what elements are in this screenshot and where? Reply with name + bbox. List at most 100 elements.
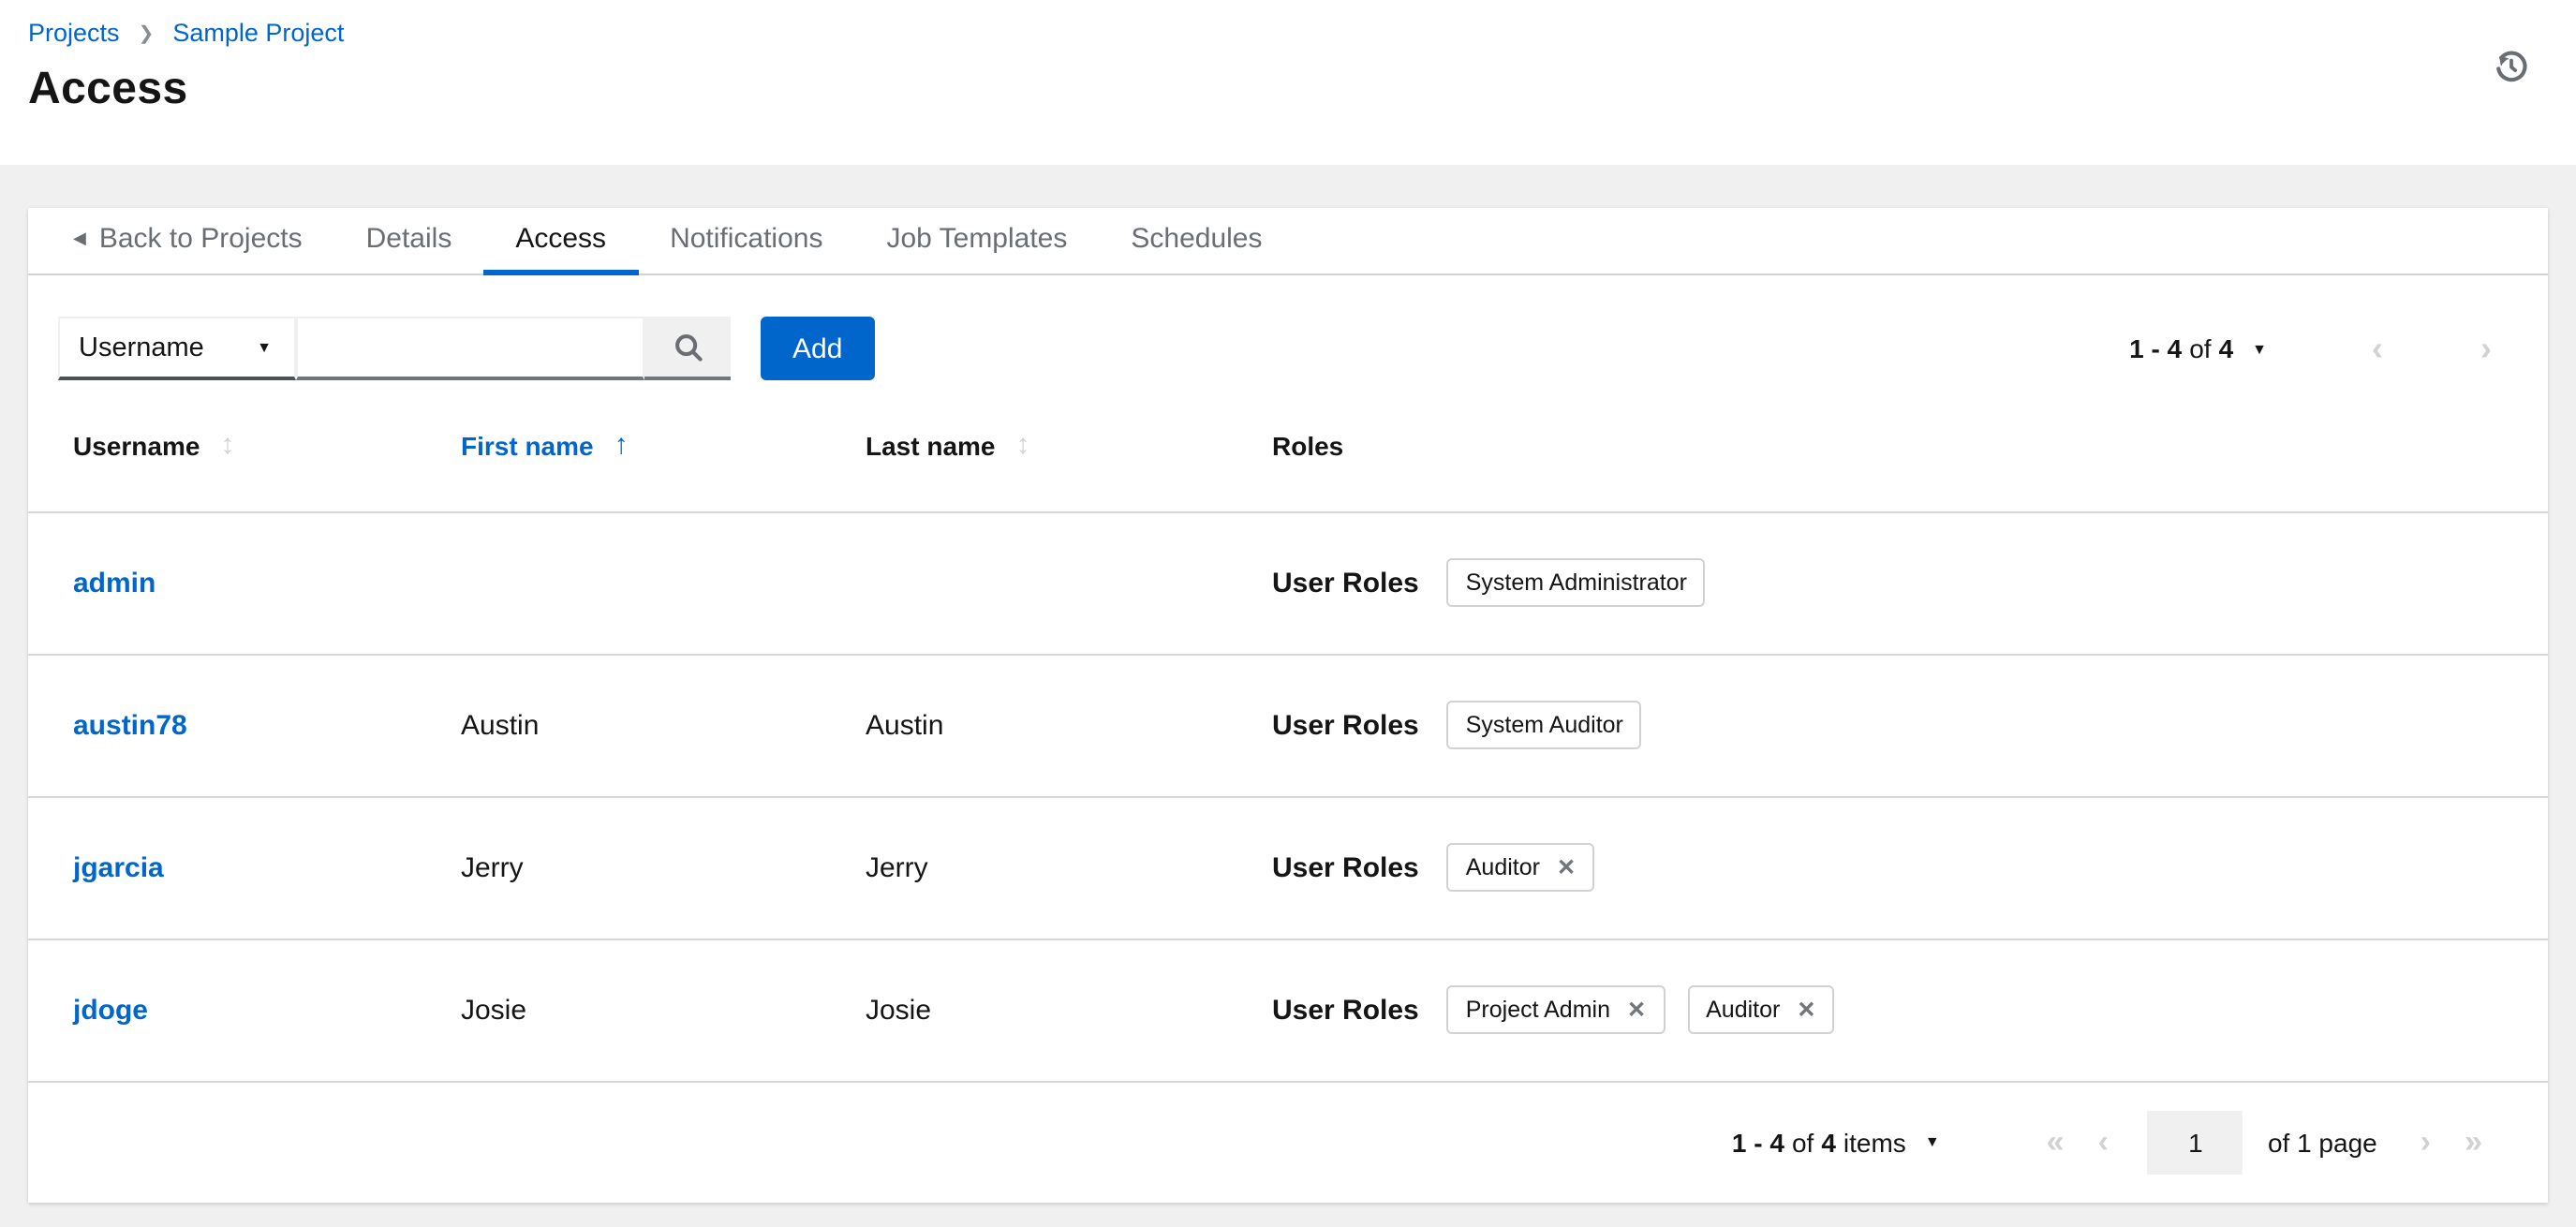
- toolbar: Username ▼ Add 1 - 4 of 4 ▼ ‹ ›: [58, 317, 2492, 380]
- close-icon: ✕: [1627, 997, 1647, 1023]
- page-header: Projects ❯ Sample Project Access: [0, 0, 2576, 165]
- tab-label: Back to Projects: [98, 223, 303, 255]
- column-label: Last name: [866, 430, 996, 461]
- chip-remove-button[interactable]: ✕: [1557, 856, 1576, 879]
- caret-left-icon: ◀: [73, 229, 86, 247]
- role-chip: Project Admin ✕: [1446, 985, 1666, 1034]
- chevron-down-icon: ▼: [2252, 340, 2267, 357]
- pagination-of: of: [1791, 1127, 1814, 1158]
- column-label: Roles: [1272, 430, 1344, 461]
- access-card: ◀ Back to Projects Details Access Notifi…: [28, 208, 2548, 1203]
- user-roles-label: User Roles: [1272, 567, 1419, 599]
- access-page: Projects ❯ Sample Project Access ◀ Back …: [0, 0, 2576, 1227]
- history-button[interactable]: [2494, 49, 2529, 84]
- first-name-cell: [416, 511, 821, 655]
- role-chip-label: Project Admin: [1465, 997, 1610, 1023]
- tab-notifications[interactable]: Notifications: [638, 208, 854, 275]
- last-name-cell: Josie: [821, 939, 1227, 1082]
- pagination-items-word: items: [1843, 1127, 1906, 1158]
- tab-access[interactable]: Access: [483, 208, 639, 275]
- pagination-range: 1 - 4: [1731, 1127, 1784, 1158]
- username-link[interactable]: admin: [73, 567, 155, 599]
- user-roles-label: User Roles: [1272, 709, 1419, 741]
- add-button[interactable]: Add: [761, 317, 875, 380]
- username-link[interactable]: jdoge: [73, 994, 148, 1026]
- role-chip: Auditor ✕: [1446, 843, 1595, 892]
- search-button[interactable]: [644, 317, 731, 380]
- column-label: Username: [73, 430, 200, 461]
- next-page-button[interactable]: ›: [2421, 1127, 2431, 1159]
- first-name-cell: Austin: [416, 654, 821, 797]
- breadcrumb-separator-icon: ❯: [138, 23, 155, 44]
- last-page-button[interactable]: »: [2465, 1127, 2482, 1159]
- tab-label: Schedules: [1131, 223, 1263, 255]
- table-row-austin78: austin78 Austin Austin User Roles System…: [28, 654, 2548, 797]
- pagination-range: 1 - 4: [2129, 333, 2183, 363]
- sort-ascending-icon: ↑: [614, 429, 629, 462]
- close-icon: ✕: [1797, 997, 1816, 1023]
- tab-schedules[interactable]: Schedules: [1099, 208, 1294, 275]
- breadcrumb-link-sample-project[interactable]: Sample Project: [172, 19, 344, 47]
- roles-cell: User Roles System Administrator: [1272, 558, 2546, 607]
- chevron-down-icon: ▼: [257, 339, 272, 356]
- pagination-total: 4: [2218, 333, 2234, 363]
- table-row-jgarcia: jgarcia Jerry Jerry User Roles Auditor ✕: [28, 796, 2548, 939]
- table-row-jdoge: jdoge Josie Josie User Roles Project Adm…: [28, 939, 2548, 1082]
- roles-cell: User Roles System Auditor: [1272, 701, 2546, 749]
- page-count-label: of 1 page: [2267, 1127, 2377, 1158]
- current-page-input[interactable]: [2147, 1110, 2243, 1175]
- tab-job-templates[interactable]: Job Templates: [854, 208, 1099, 275]
- breadcrumb: Projects ❯ Sample Project: [28, 19, 2529, 47]
- tab-label: Job Templates: [886, 223, 1068, 255]
- column-header-first-name[interactable]: First name ↑: [416, 380, 821, 512]
- user-roles-label: User Roles: [1272, 851, 1419, 883]
- history-icon: [2494, 49, 2529, 84]
- top-pagination-menu-toggle[interactable]: 1 - 4 of 4 ▼: [2118, 332, 2278, 365]
- table-header: Username ↕ First name ↑ Last name ↕ Role…: [28, 380, 2548, 512]
- roles-cell: User Roles Project Admin ✕ Auditor ✕: [1272, 985, 2546, 1034]
- page-title: Access: [28, 64, 188, 114]
- column-header-last-name[interactable]: Last name ↕: [821, 380, 1227, 512]
- last-name-cell: [821, 511, 1227, 655]
- previous-page-button[interactable]: ‹: [2372, 332, 2383, 365]
- column-header-roles: Roles: [1227, 380, 2548, 512]
- roles-cell: User Roles Auditor ✕: [1272, 843, 2546, 892]
- access-table: Username ↕ First name ↑ Last name ↕ Role…: [28, 380, 2548, 1082]
- items-per-page-toggle[interactable]: 1 - 4 of 4 items ▼: [1721, 1126, 1951, 1160]
- main-content: ◀ Back to Projects Details Access Notifi…: [0, 165, 2576, 1227]
- tab-details[interactable]: Details: [334, 208, 484, 275]
- search-icon: [672, 331, 703, 362]
- tab-label: Details: [365, 223, 452, 255]
- chip-remove-button[interactable]: ✕: [1627, 998, 1646, 1021]
- chip-remove-button[interactable]: ✕: [1797, 998, 1815, 1021]
- last-name-cell: Jerry: [821, 796, 1227, 939]
- role-chip: Auditor ✕: [1687, 985, 1835, 1034]
- tab-bar: ◀ Back to Projects Details Access Notifi…: [28, 208, 2548, 275]
- tab-label: Notifications: [670, 223, 823, 255]
- role-chip-label: Auditor: [1465, 854, 1540, 880]
- filter-key-value: Username: [79, 333, 204, 362]
- user-roles-label: User Roles: [1272, 994, 1419, 1026]
- role-chip-label: System Administrator: [1465, 569, 1687, 596]
- first-name-cell: Josie: [416, 939, 821, 1082]
- footer-pagination: 1 - 4 of 4 items ▼ « ‹ of 1 page › »: [28, 1082, 2548, 1203]
- breadcrumb-link-projects[interactable]: Projects: [28, 19, 120, 47]
- username-link[interactable]: jgarcia: [73, 851, 164, 883]
- first-name-cell: Jerry: [416, 796, 821, 939]
- previous-page-button[interactable]: ‹: [2098, 1127, 2109, 1159]
- column-label: First name: [461, 430, 594, 461]
- next-page-button[interactable]: ›: [2480, 332, 2492, 365]
- tab-back-to-projects[interactable]: ◀ Back to Projects: [73, 208, 334, 275]
- table-body: admin User Roles System Administrator au…: [28, 511, 2548, 1082]
- column-header-username[interactable]: Username ↕: [28, 380, 416, 512]
- filter-key-select[interactable]: Username ▼: [58, 317, 296, 380]
- sort-icon: ↕: [1015, 429, 1030, 462]
- tab-label: Access: [515, 223, 607, 255]
- close-icon: ✕: [1556, 854, 1577, 880]
- search-input[interactable]: [296, 317, 644, 380]
- role-chip: System Administrator: [1446, 558, 1706, 607]
- first-page-button[interactable]: «: [2047, 1127, 2065, 1159]
- username-link[interactable]: austin78: [73, 709, 187, 741]
- role-chip-label: System Auditor: [1465, 712, 1623, 738]
- table-row-admin: admin User Roles System Administrator: [28, 511, 2548, 655]
